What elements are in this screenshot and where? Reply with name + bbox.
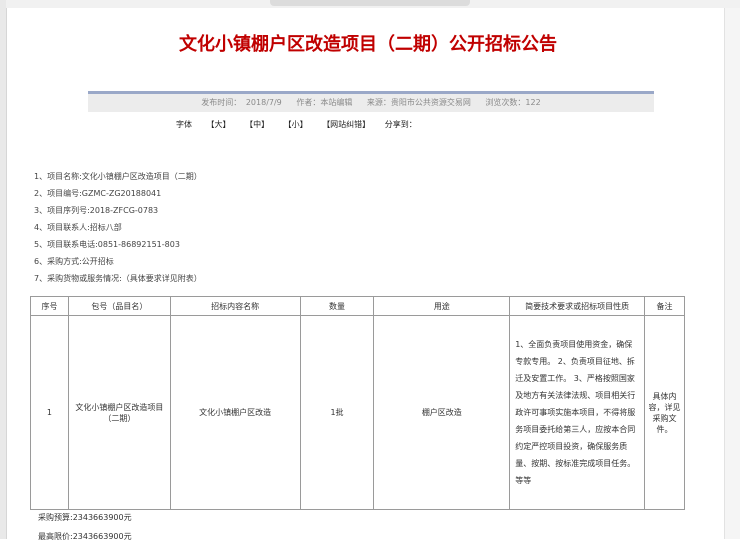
- col-header-quantity: 数量: [299, 296, 375, 316]
- project-info-list: 1、项目名称:文化小镇棚户区改造项目（二期） 2、项目编号:GZMC-ZG201…: [34, 168, 202, 287]
- col-header-no: 序号: [30, 296, 69, 316]
- site-correction-link[interactable]: 【网站纠错】: [322, 120, 370, 129]
- font-size-label: 字体: [176, 120, 192, 129]
- list-item: 1、项目名称:文化小镇棚户区改造项目（二期）: [34, 172, 202, 181]
- view-count: 浏览次数：122: [485, 98, 541, 107]
- list-item: 6、采购方式:公开招标: [34, 257, 114, 266]
- publish-time: 发布时间： 2018/7/9: [201, 98, 282, 107]
- col-header-requirements: 简要技术要求或招标项目性质: [509, 296, 645, 316]
- budget-amount: 采购预算:2343663900元: [38, 513, 132, 522]
- cell-usage: 棚户区改造: [373, 315, 511, 510]
- cell-content: 文化小镇棚户区改造: [169, 315, 301, 510]
- list-item: 2、项目编号:GZMC-ZG20188041: [34, 189, 162, 198]
- list-item: 5、项目联系电话:0851-86892151-803: [34, 240, 180, 249]
- col-header-usage: 用途: [373, 296, 511, 316]
- font-medium-link[interactable]: 【中】: [245, 120, 269, 129]
- procurement-table: 序号 包号（品目名） 招标内容名称 数量 用途 简要技术要求或招标项目性质 备注…: [30, 296, 685, 510]
- cell-remarks: 具体内容，详见采购文件。: [644, 315, 685, 510]
- max-price: 最高限价:2343663900元: [38, 532, 132, 541]
- cell-quantity: 1批: [299, 315, 375, 510]
- cell-requirements: 1、全面负责项目使用资金，确保专款专用。 2、负责项目征地、拆迁及安置工作。 3…: [509, 315, 645, 510]
- cell-no: 1: [30, 315, 69, 510]
- table-header-row: 序号 包号（品目名） 招标内容名称 数量 用途 简要技术要求或招标项目性质 备注: [30, 296, 685, 316]
- source: 来源：贵阳市公共资源交易网: [366, 98, 471, 107]
- page-title: 文化小镇棚户区改造项目（二期）公开招标公告: [179, 34, 557, 55]
- col-header-remarks: 备注: [644, 296, 685, 316]
- list-item: 4、项目联系人:招标八部: [34, 223, 122, 232]
- share-label: 分享到：: [384, 120, 417, 129]
- top-tab: [270, 0, 470, 6]
- col-header-content: 招标内容名称: [169, 296, 301, 316]
- table-row: 1 文化小镇棚户区改造项目（二期） 文化小镇棚户区改造 1批 棚户区改造 1、全…: [30, 315, 685, 510]
- list-item: 7、采购货物或服务情况:（具体要求详见附表）: [34, 274, 202, 283]
- budget-section: 采购预算:2343663900元 最高限价:2343663900元: [38, 508, 132, 546]
- cell-package: 文化小镇棚户区改造项目（二期）: [67, 315, 171, 510]
- font-small-link[interactable]: 【小】: [284, 120, 308, 129]
- list-item: 3、项目序列号:2018-ZFCG-0783: [34, 206, 159, 215]
- font-large-link[interactable]: 【大】: [207, 120, 231, 129]
- page-right-scroll-area[interactable]: [724, 8, 740, 539]
- author: 作者：本站编辑: [296, 98, 353, 107]
- article-meta-bar: 发布时间： 2018/7/9 作者：本站编辑 来源：贵阳市公共资源交易网 浏览次…: [88, 91, 654, 112]
- col-header-package: 包号（品目名）: [67, 296, 171, 316]
- browser-left-edge: [0, 0, 7, 539]
- font-size-bar: 字体 【大】 【中】 【小】 【网站纠错】 分享到：: [176, 119, 429, 130]
